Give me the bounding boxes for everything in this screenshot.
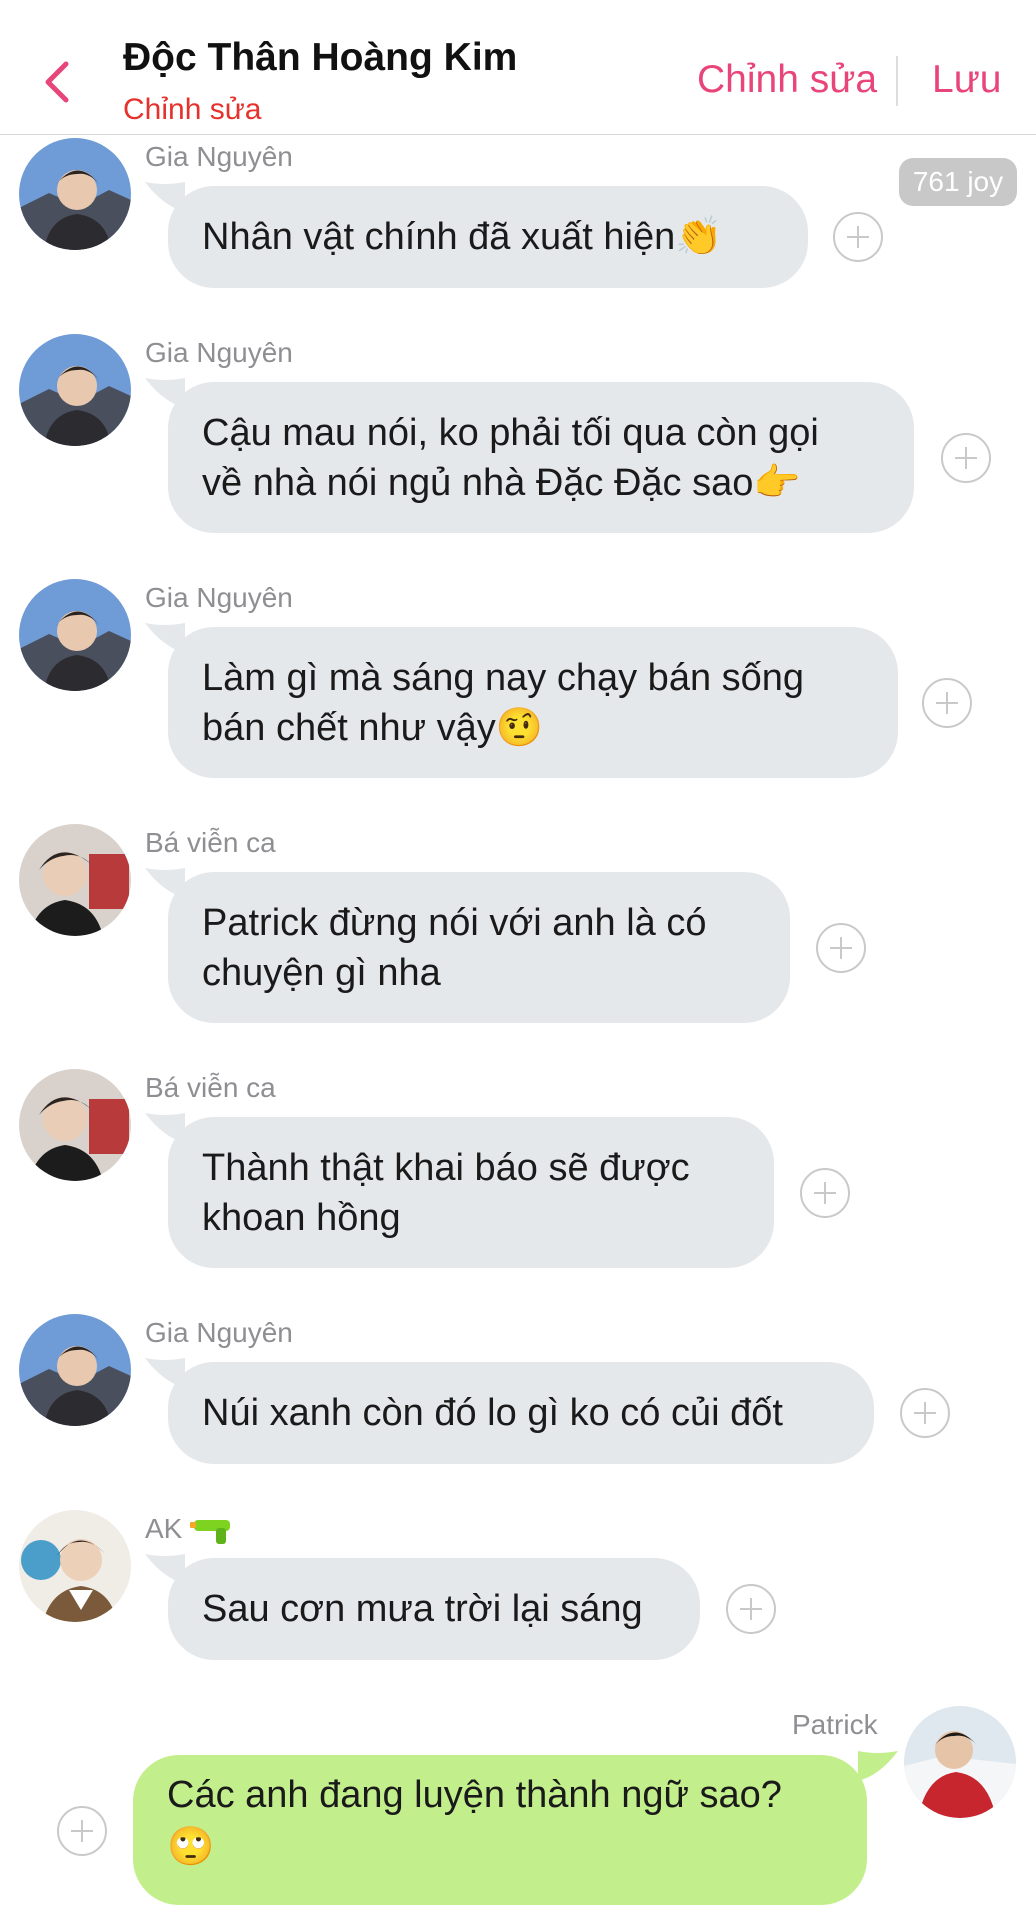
avatar-gia-nguyen[interactable]: [19, 579, 131, 691]
add-reaction-button[interactable]: [922, 678, 972, 728]
message-text: Cậu mau nói, ko phải tối qua còn gọi về …: [202, 411, 819, 504]
message-text: Patrick đừng nói với anh là có chuyện gì…: [202, 901, 707, 994]
avatar-patrick[interactable]: [904, 1706, 1016, 1818]
avatar-gia-nguyen[interactable]: [19, 138, 131, 250]
joy-badge: 761 joy: [899, 158, 1017, 206]
sender-name: AK: [145, 1513, 234, 1546]
add-reaction-button[interactable]: [941, 433, 991, 483]
save-button[interactable]: Lưu: [932, 58, 1002, 102]
sender-name: Patrick: [792, 1709, 878, 1740]
sender-name: Bá viễn ca: [145, 827, 276, 858]
message-bubble[interactable]: Cậu mau nói, ko phải tối qua còn gọi về …: [168, 382, 914, 533]
message-bubble[interactable]: Nhân vật chính đã xuất hiện👏: [168, 186, 808, 288]
header-divider: [896, 56, 898, 106]
message-bubble-outgoing[interactable]: Các anh đang luyện thành ngữ sao? 🙄: [133, 1755, 867, 1905]
message-bubble[interactable]: Sau cơn mưa trời lại sáng: [168, 1558, 700, 1660]
message-bubble[interactable]: Làm gì mà sáng nay chạy bán sống bán chế…: [168, 627, 898, 778]
add-reaction-button[interactable]: [800, 1168, 850, 1218]
add-reaction-button[interactable]: [833, 212, 883, 262]
message-bubble[interactable]: Núi xanh còn đó lo gì ko có củi đốt: [168, 1362, 874, 1464]
message-bubble[interactable]: Patrick đừng nói với anh là có chuyện gì…: [168, 872, 790, 1023]
chat-header: Độc Thân Hoàng Kim Chỉnh sửa Chỉnh sửa L…: [0, 0, 1036, 135]
chat-title: Độc Thân Hoàng Kim: [123, 36, 518, 79]
edit-button[interactable]: Chỉnh sửa: [697, 58, 877, 102]
chat-subtitle[interactable]: Chỉnh sửa: [123, 93, 262, 127]
avatar-ak[interactable]: [19, 1510, 131, 1622]
sender-label: AK: [145, 1513, 183, 1544]
sender-name: Gia Nguyên: [145, 141, 293, 172]
message-text: Làm gì mà sáng nay chạy bán sống bán chế…: [202, 656, 805, 749]
bubble-tail: [858, 1751, 898, 1781]
message-text: Sau cơn mưa trời lại sáng: [202, 1588, 643, 1630]
avatar-ba-vien-ca[interactable]: [19, 824, 131, 936]
add-reaction-button[interactable]: [726, 1584, 776, 1634]
message-text: Nhân vật chính đã xuất hiện👏: [202, 216, 723, 258]
avatar-ba-vien-ca[interactable]: [19, 1069, 131, 1181]
message-text: Các anh đang luyện thành ngữ sao? 🙄: [167, 1774, 782, 1868]
message-bubble[interactable]: Thành thật khai báo sẽ được khoan hồng: [168, 1117, 774, 1268]
message-text: Thành thật khai báo sẽ được khoan hồng: [202, 1146, 690, 1239]
avatar-gia-nguyen[interactable]: [19, 1314, 131, 1426]
avatar-gia-nguyen[interactable]: [19, 334, 131, 446]
add-reaction-button[interactable]: [900, 1388, 950, 1438]
add-reaction-button[interactable]: [57, 1806, 107, 1856]
message-text: Núi xanh còn đó lo gì ko có củi đốt: [202, 1392, 783, 1434]
sender-name: Bá viễn ca: [145, 1072, 276, 1103]
water-gun-icon: [190, 1519, 231, 1544]
sender-name: Gia Nguyên: [145, 582, 293, 613]
sender-name: Gia Nguyên: [145, 337, 293, 368]
sender-name: Gia Nguyên: [145, 1317, 293, 1348]
back-chevron-icon[interactable]: [38, 58, 78, 106]
add-reaction-button[interactable]: [816, 923, 866, 973]
